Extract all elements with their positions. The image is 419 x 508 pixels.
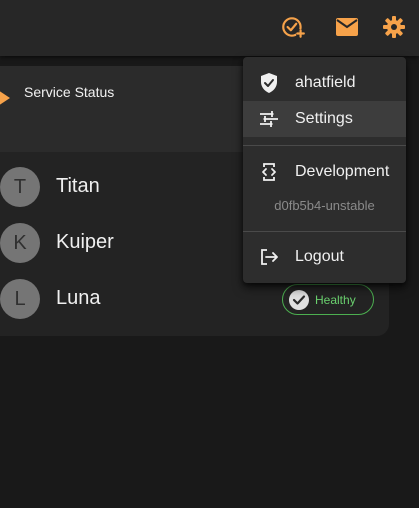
status-text: Healthy bbox=[315, 292, 356, 307]
menu-item-label: Logout bbox=[295, 248, 344, 265]
account-menu: ahatfield Settings Development d0fb5b4-u… bbox=[243, 57, 406, 283]
service-name: Luna bbox=[56, 287, 101, 309]
verified-shield-icon bbox=[243, 73, 295, 93]
status-badge: Healthy bbox=[282, 284, 374, 315]
menu-item-label: ahatfield bbox=[295, 74, 356, 91]
avatar: T bbox=[0, 167, 40, 207]
menu-item-label: Settings bbox=[295, 110, 353, 127]
top-app-bar bbox=[0, 0, 419, 56]
service-name: Kuiper bbox=[56, 231, 114, 253]
check-circle-icon bbox=[289, 289, 309, 310]
add-check-icon[interactable] bbox=[276, 10, 310, 44]
menu-item-settings[interactable]: Settings bbox=[243, 101, 406, 137]
card-title: Service Status bbox=[24, 84, 115, 100]
menu-item-label: Development bbox=[295, 163, 390, 180]
gear-icon[interactable] bbox=[377, 10, 411, 44]
menu-divider bbox=[243, 231, 406, 232]
menu-item-development[interactable]: Development bbox=[243, 154, 406, 190]
avatar: L bbox=[0, 279, 40, 319]
service-name: Titan bbox=[56, 175, 100, 197]
menu-divider bbox=[243, 145, 406, 146]
play-arrow-icon bbox=[0, 90, 10, 111]
developer-mode-icon bbox=[243, 162, 295, 182]
version-text: d0fb5b4-unstable bbox=[274, 198, 375, 213]
menu-item-logout[interactable]: Logout bbox=[243, 239, 406, 275]
mail-icon[interactable] bbox=[330, 10, 364, 44]
avatar: K bbox=[0, 223, 40, 263]
menu-item-user[interactable]: ahatfield bbox=[243, 65, 406, 101]
tune-icon bbox=[243, 111, 295, 127]
logout-icon bbox=[243, 248, 295, 266]
